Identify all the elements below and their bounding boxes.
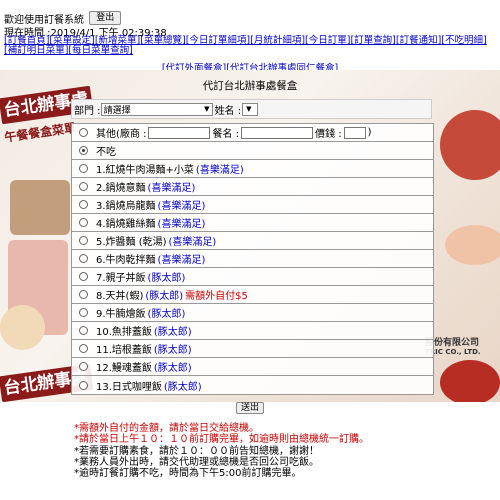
department-label: 部門 : xyxy=(74,105,101,117)
menu-link[interactable]: [菜單總覽] xyxy=(140,35,185,46)
radio-button[interactable] xyxy=(79,290,88,299)
meal-option-row[interactable]: 9.牛腩燴飯 (豚太郎) xyxy=(72,304,433,322)
page-title: 代訂台北辦事處餐盒 xyxy=(202,80,298,92)
notes: *需額外自付的金額，請於當日交給總機。 *請於當日上午１０：１０前訂購完畢，如逾… xyxy=(74,423,369,479)
menu-link[interactable]: [每日菜單查詢] xyxy=(68,45,132,56)
radio-button[interactable] xyxy=(79,326,88,335)
radio-button[interactable] xyxy=(79,164,88,173)
radio-button[interactable] xyxy=(79,344,88,353)
main-menu: [訂餐首頁][菜單設定][新增菜單][菜單總覽][今日訂單細項][月統計細項][… xyxy=(4,36,494,56)
other-option-row[interactable]: 其他(廠商 : 餐名 : 價錢 : ) xyxy=(72,124,433,142)
radio-button[interactable] xyxy=(79,146,88,155)
menu-link[interactable]: [今日訂單] xyxy=(305,35,350,46)
meal-name: 9.牛腩燴飯 xyxy=(96,309,146,320)
logout-button[interactable]: 登出 xyxy=(89,11,122,25)
meal-name: 7.親子丼飯 xyxy=(96,273,146,284)
meal-name: 6.牛肉乾拌麵 xyxy=(96,255,156,266)
meal-option-row[interactable]: 2.鍋燒意麵 (喜樂滿足) xyxy=(72,178,433,196)
note-line: *逾時訂餐訂購不吃，時間為下午5:00前訂購完畢。 xyxy=(74,468,302,480)
menu-link[interactable]: [不吃明細] xyxy=(441,35,486,46)
vendor-input[interactable] xyxy=(148,126,211,139)
note-line: *若需要訂購素食，請於１０：００前告知總機，謝謝！ xyxy=(74,445,319,457)
name-label: 姓名 : xyxy=(214,105,242,117)
vendor-name: (豚太郎) xyxy=(145,291,184,302)
meal-name: 8.天丼(蝦) xyxy=(96,291,144,302)
vendor-name: (喜樂滿足) xyxy=(147,183,196,194)
radio-button[interactable] xyxy=(79,254,88,263)
vendor-name: (豚太郎) xyxy=(163,381,202,393)
menu-link[interactable]: [訂餐通知] xyxy=(396,35,441,46)
vendor-name: (喜樂滿足) xyxy=(157,201,206,212)
meal-name-input[interactable] xyxy=(241,126,314,139)
food-photo xyxy=(0,305,45,350)
close-paren: ) xyxy=(367,127,372,138)
meal-option-row[interactable]: 不吃 xyxy=(72,142,433,160)
radio-button[interactable] xyxy=(79,380,88,390)
meal-name: 13.日式咖哩飯 xyxy=(96,381,162,393)
radio-button[interactable] xyxy=(79,308,88,317)
meal-name: 10.魚排蓋飯 xyxy=(96,327,152,338)
food-photo xyxy=(440,360,500,402)
vendor-name: (豚太郎) xyxy=(153,327,192,338)
price-input[interactable] xyxy=(343,126,366,139)
meal-name: 12.鰻魂蓋飯 xyxy=(96,363,152,374)
price-label: 價錢 : xyxy=(315,129,342,140)
meal-option-row[interactable]: 10.魚排蓋飯 (豚太郎) xyxy=(72,322,433,340)
submit-button[interactable]: 送出 xyxy=(236,402,264,414)
note-line: *業務人員外出時，請交代助理或總機是否回公司吃飯。 xyxy=(74,456,319,468)
note-line: *請於當日上午１０：１０前訂購完畢，如逾時則由總機統一訂購。 xyxy=(74,434,369,446)
meal-option-row[interactable]: 4.鍋燒雞絲麵 (喜樂滿足) xyxy=(72,214,433,232)
radio-button[interactable] xyxy=(79,362,88,371)
other-vendor-label: 其他(廠商 : xyxy=(96,129,147,140)
vendor-name: (豚太郎) xyxy=(147,309,186,320)
vendor-name: (豚太郎) xyxy=(153,345,192,356)
meal-name: 1.紅燒牛肉湯麵+小菜 xyxy=(96,165,194,176)
meal-name: 不吃 xyxy=(96,147,116,158)
vendor-name: (喜樂滿足) xyxy=(157,255,206,266)
meal-name: 11.培根蓋飯 xyxy=(96,345,152,356)
vendor-name: (喜樂滿足) xyxy=(195,165,244,176)
meal-option-row[interactable]: 3.鍋燒烏龍麵 (喜樂滿足) xyxy=(72,196,433,214)
chevron-down-icon: ▼ xyxy=(204,105,210,113)
radio-button[interactable] xyxy=(79,236,88,245)
meal-option-row[interactable]: 8.天丼(蝦) (豚太郎) 需額外自付$5 xyxy=(72,286,433,304)
meal-options-table: 其他(廠商 : 餐名 : 價錢 : ) 不吃 1.紅燒牛肉湯麵+小菜 (喜樂滿足) 2… xyxy=(71,123,434,395)
food-photo xyxy=(440,110,500,180)
meal-option-row[interactable]: 11.培根蓋飯 (豚太郎) xyxy=(72,340,433,358)
food-photo xyxy=(10,180,70,235)
meal-option-row[interactable]: 1.紅燒牛肉湯麵+小菜 (喜樂滿足) xyxy=(72,160,433,178)
radio-button[interactable] xyxy=(79,200,88,209)
department-select[interactable]: 請選擇 ▼ xyxy=(100,102,213,116)
vendor-name: (豚太郎) xyxy=(153,363,192,374)
name-select[interactable]: ▼ xyxy=(242,102,259,116)
vendor-name: (豚太郎) xyxy=(147,273,186,284)
vendor-name: (喜樂滿足) xyxy=(168,237,217,248)
meal-name: 4.鍋燒雞絲麵 xyxy=(96,219,156,230)
radio-button[interactable] xyxy=(79,182,88,191)
radio-button[interactable] xyxy=(79,218,88,227)
meal-name: 2.鍋燒意麵 xyxy=(96,183,146,194)
note-line: *需額外自付的金額，請於當日交給總機。 xyxy=(74,423,259,434)
radio-button[interactable] xyxy=(79,272,88,281)
filter-bar: 部門 : 請選擇 ▼ 姓名 : ▼ xyxy=(71,99,432,119)
meal-name: 5.炸醬麵 (乾湯) xyxy=(96,237,167,248)
radio-button[interactable] xyxy=(79,128,88,137)
vendor-name: (喜樂滿足) xyxy=(157,219,206,230)
meal-name: 3.鍋燒烏龍麵 xyxy=(96,201,156,212)
chevron-down-icon: ▼ xyxy=(246,105,252,113)
meal-option-row[interactable]: 7.親子丼飯 (豚太郎) xyxy=(72,268,433,286)
meal-option-row[interactable]: 6.牛肉乾拌麵 (喜樂滿足) xyxy=(72,250,433,268)
meal-option-row[interactable]: 5.炸醬麵 (乾湯) (喜樂滿足) xyxy=(72,232,433,250)
meal-name-label: 餐名 : xyxy=(212,129,240,140)
meal-option-row[interactable]: 13.日式咖哩飯 (豚太郎) xyxy=(72,376,433,394)
meal-option-row[interactable]: 12.鰻魂蓋飯 (豚太郎) xyxy=(72,358,433,376)
menu-link[interactable]: [訂單查詢] xyxy=(350,35,395,46)
menu-link[interactable]: [今日訂單細項] xyxy=(186,35,250,46)
food-photo xyxy=(445,225,500,265)
department-value: 請選擇 xyxy=(103,105,131,116)
menu-link[interactable]: [月統計細項] xyxy=(250,35,305,46)
menu-link[interactable]: [補訂明日菜單] xyxy=(4,45,68,56)
extra-charge-note: 需額外自付$5 xyxy=(185,291,248,302)
